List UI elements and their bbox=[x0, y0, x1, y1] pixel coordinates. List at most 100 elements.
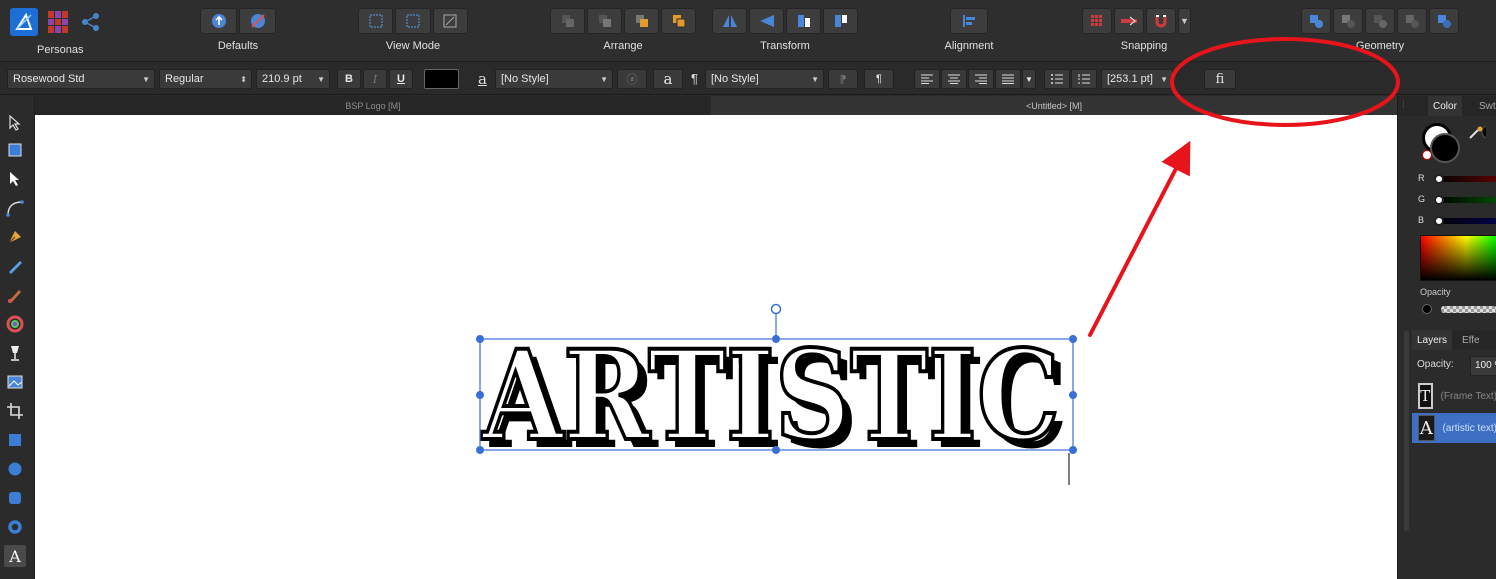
move-back-one-button[interactable] bbox=[587, 8, 622, 34]
rotate-left-button[interactable] bbox=[786, 8, 821, 34]
blue-channel-slider[interactable] bbox=[1435, 218, 1496, 224]
font-family-select[interactable]: Rosewood Std ▼ bbox=[7, 69, 155, 89]
move-to-front-button[interactable] bbox=[661, 8, 696, 34]
move-to-back-button[interactable] bbox=[550, 8, 585, 34]
revert-defaults-button[interactable] bbox=[239, 8, 276, 34]
resize-handle-right[interactable] bbox=[1069, 391, 1077, 399]
align-left-button[interactable] bbox=[914, 69, 940, 89]
font-style-select[interactable]: Regular ⬍ bbox=[159, 69, 252, 89]
character-style-icon: a bbox=[478, 70, 487, 88]
pixel-view-button[interactable] bbox=[395, 8, 431, 34]
bullet-list-button[interactable] bbox=[1044, 69, 1070, 89]
blue-slider-knob[interactable] bbox=[1434, 216, 1444, 226]
artboard-tool-icon[interactable] bbox=[4, 139, 26, 161]
brush-tool-icon[interactable] bbox=[4, 284, 26, 306]
pen-tool-icon[interactable] bbox=[4, 226, 26, 248]
opacity-slider[interactable] bbox=[1441, 306, 1496, 313]
create-paragraph-style-button[interactable]: ⁋ bbox=[828, 69, 858, 89]
green-channel-slider[interactable] bbox=[1435, 197, 1496, 203]
tab-color[interactable]: Color bbox=[1428, 96, 1462, 116]
annotation-arrow bbox=[1088, 140, 1191, 337]
apply-character-style-button[interactable]: a bbox=[653, 69, 683, 89]
resize-handle-bottom[interactable] bbox=[772, 446, 780, 454]
resize-handle-top-left[interactable] bbox=[476, 335, 484, 343]
snapping-options-icon[interactable] bbox=[1114, 8, 1144, 34]
justify-button[interactable] bbox=[995, 69, 1021, 89]
fill-stroke-wells[interactable] bbox=[1422, 123, 1462, 163]
red-slider-knob[interactable] bbox=[1434, 174, 1444, 184]
subtract-geometry-icon[interactable] bbox=[1333, 8, 1363, 34]
no-color-icon[interactable] bbox=[1422, 150, 1432, 160]
pencil-tool-icon[interactable] bbox=[4, 255, 26, 277]
move-tool-icon[interactable] bbox=[4, 112, 26, 134]
donut-tool-icon[interactable] bbox=[4, 516, 26, 538]
layer-row-frame-text[interactable]: T (Frame Text) bbox=[1412, 381, 1496, 411]
resize-handle-bottom-left[interactable] bbox=[476, 446, 484, 454]
character-style-select[interactable]: [No Style] ▼ bbox=[495, 69, 613, 89]
artistic-text-layer[interactable]: ARTISTIC ARTISTIC bbox=[479, 322, 1068, 477]
intersect-geometry-icon[interactable] bbox=[1365, 8, 1395, 34]
add-geometry-icon[interactable] bbox=[1301, 8, 1331, 34]
bold-button[interactable]: B bbox=[337, 69, 361, 89]
align-center-button[interactable] bbox=[941, 69, 967, 89]
layers-opacity-field[interactable]: 100 % bbox=[1470, 356, 1496, 376]
designer-persona-icon[interactable] bbox=[10, 8, 38, 36]
transparency-tool-icon[interactable] bbox=[4, 342, 26, 364]
alignment-dropdown-icon[interactable]: ▼ bbox=[1022, 69, 1036, 89]
fill-well[interactable] bbox=[1430, 133, 1460, 163]
italic-button[interactable]: I bbox=[363, 69, 387, 89]
export-persona-icon[interactable] bbox=[80, 11, 102, 33]
divide-geometry-icon[interactable] bbox=[1429, 8, 1459, 34]
corner-tool-icon[interactable] bbox=[4, 197, 26, 219]
rounded-rectangle-tool-icon[interactable] bbox=[4, 487, 26, 509]
pixel-persona-icon[interactable] bbox=[48, 11, 70, 33]
flip-vertical-button[interactable] bbox=[749, 8, 784, 34]
xor-geometry-icon[interactable] bbox=[1397, 8, 1427, 34]
text-color-swatch[interactable] bbox=[424, 69, 459, 89]
resize-handle-top[interactable] bbox=[772, 335, 780, 343]
tab-bsp-logo[interactable]: BSP Logo [M] bbox=[35, 96, 711, 115]
snapping-dropdown-icon[interactable]: ▼ bbox=[1178, 8, 1191, 34]
resize-handle-bottom-right[interactable] bbox=[1069, 446, 1077, 454]
alignment-button[interactable] bbox=[950, 8, 988, 34]
color-picker-icon[interactable] bbox=[1468, 125, 1495, 145]
document-canvas[interactable]: ARTISTIC ARTISTIC bbox=[35, 115, 1397, 579]
resize-handle-top-right[interactable] bbox=[1069, 335, 1077, 343]
line-spacing-field[interactable]: [253.1 pt] ▼ bbox=[1101, 69, 1173, 89]
place-image-tool-icon[interactable] bbox=[4, 371, 26, 393]
numbered-list-button[interactable] bbox=[1071, 69, 1097, 89]
node-tool-icon[interactable] bbox=[4, 168, 26, 190]
underline-button[interactable]: U bbox=[389, 69, 413, 89]
fill-tool-icon[interactable] bbox=[4, 313, 26, 335]
synchronise-defaults-button[interactable] bbox=[200, 8, 237, 34]
tab-effects[interactable]: Effe bbox=[1457, 330, 1485, 350]
resize-handle-left[interactable] bbox=[476, 391, 484, 399]
chevron-down-icon: ▼ bbox=[142, 74, 150, 84]
rotate-right-button[interactable] bbox=[823, 8, 858, 34]
apply-paragraph-style-button[interactable]: ¶ bbox=[864, 69, 894, 89]
red-channel-slider[interactable] bbox=[1435, 176, 1496, 182]
snapping-magnet-icon[interactable] bbox=[1146, 8, 1176, 34]
paragraph-style-select[interactable]: [No Style] ▼ bbox=[705, 69, 824, 89]
retina-view-button[interactable] bbox=[432, 8, 468, 34]
tab-layers[interactable]: Layers bbox=[1412, 330, 1453, 350]
snapping-grid-icon[interactable] bbox=[1082, 8, 1112, 34]
color-spectrum[interactable] bbox=[1420, 235, 1496, 281]
rotation-handle[interactable] bbox=[770, 303, 782, 315]
panel-scrollbar[interactable] bbox=[1404, 331, 1409, 531]
create-character-style-button[interactable]: ⓐ bbox=[617, 69, 647, 89]
tab-swatches[interactable]: Swt bbox=[1474, 96, 1496, 116]
move-forward-one-button[interactable] bbox=[624, 8, 659, 34]
view-mode-label: View Mode bbox=[385, 40, 441, 52]
layer-row-artistic-text[interactable]: A (artistic text) bbox=[1412, 413, 1496, 443]
align-right-button[interactable] bbox=[968, 69, 994, 89]
font-size-field[interactable]: 210.9 pt ▼ bbox=[256, 69, 330, 89]
rectangle-tool-icon[interactable] bbox=[4, 429, 26, 451]
flip-horizontal-button[interactable] bbox=[712, 8, 747, 34]
vector-view-button[interactable] bbox=[358, 8, 394, 34]
ellipse-tool-icon[interactable] bbox=[4, 458, 26, 480]
green-slider-knob[interactable] bbox=[1434, 195, 1444, 205]
artistic-text-tool-icon[interactable]: A bbox=[4, 545, 26, 567]
panel-grip-icon[interactable]: ⁞ bbox=[1402, 100, 1405, 111]
crop-tool-icon[interactable] bbox=[4, 400, 26, 422]
